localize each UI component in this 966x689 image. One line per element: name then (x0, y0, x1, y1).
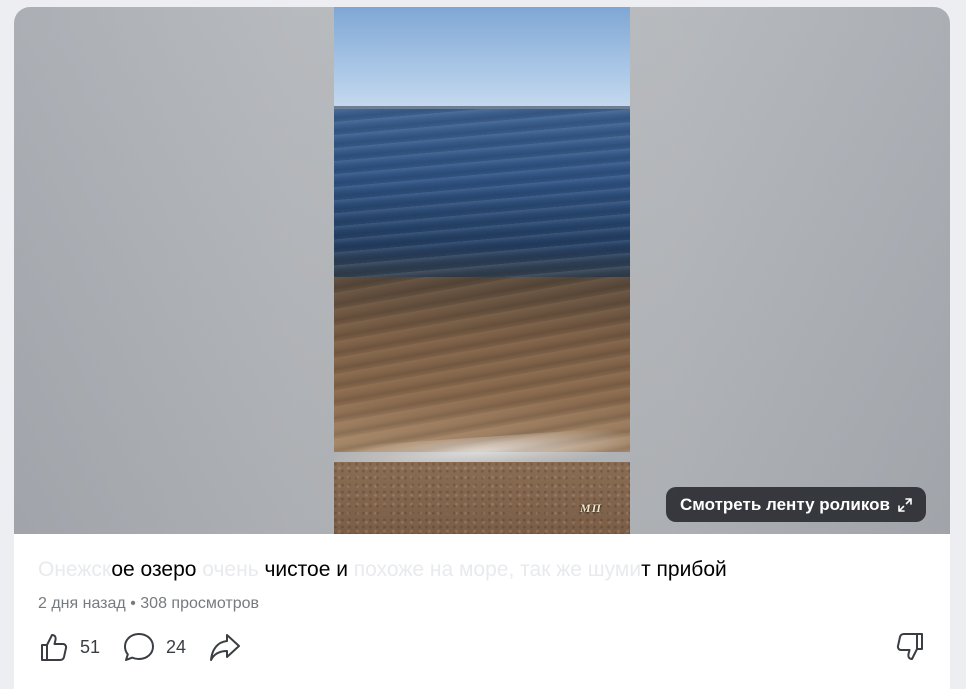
post-actions: 51 24 (38, 631, 264, 663)
title-segment: чистое и (264, 558, 348, 581)
video-frame[interactable]: МП (334, 7, 630, 534)
video-player[interactable]: МП Смотреть ленту роликов (14, 7, 950, 534)
title-segment: т прибой (641, 558, 727, 581)
post-title[interactable]: Онежское озеро очень чистое и похоже на … (38, 558, 928, 582)
meta-separator: • (130, 595, 136, 612)
expand-icon (898, 497, 912, 512)
like-count: 51 (80, 636, 101, 657)
title-faded-segment: очень (196, 558, 265, 581)
title-segment: ое озеро (111, 558, 197, 581)
video-water (334, 109, 630, 289)
comment-count: 24 (166, 636, 187, 657)
thumbs-up-icon (41, 634, 68, 661)
video-shallow-water (334, 277, 630, 452)
video-shore (334, 462, 630, 534)
share-arrow-icon (210, 634, 241, 661)
dislike-button[interactable] (894, 631, 926, 668)
video-sky (334, 7, 630, 109)
post-time: 2 дня назад (38, 595, 126, 612)
share-button[interactable] (208, 631, 242, 663)
feed-button-label: Смотреть ленту роликов (680, 494, 890, 514)
comment-bubble-icon (124, 633, 155, 661)
post-views: 308 просмотров (140, 595, 260, 612)
video-post-card: МП Смотреть ленту роликов Онежское озеро… (14, 7, 950, 689)
post-meta: 2 дня назад • 308 просмотров (38, 595, 259, 613)
comment-button[interactable]: 24 (122, 631, 186, 663)
watch-shorts-feed-button[interactable]: Смотреть ленту роликов (666, 487, 926, 522)
thumbs-down-icon (896, 633, 923, 660)
title-faded-segment: похоже на море, так же шуми (347, 558, 642, 581)
like-button[interactable]: 51 (38, 631, 100, 663)
video-watermark: МП (580, 501, 603, 515)
title-faded-segment: Онежск (38, 558, 112, 581)
